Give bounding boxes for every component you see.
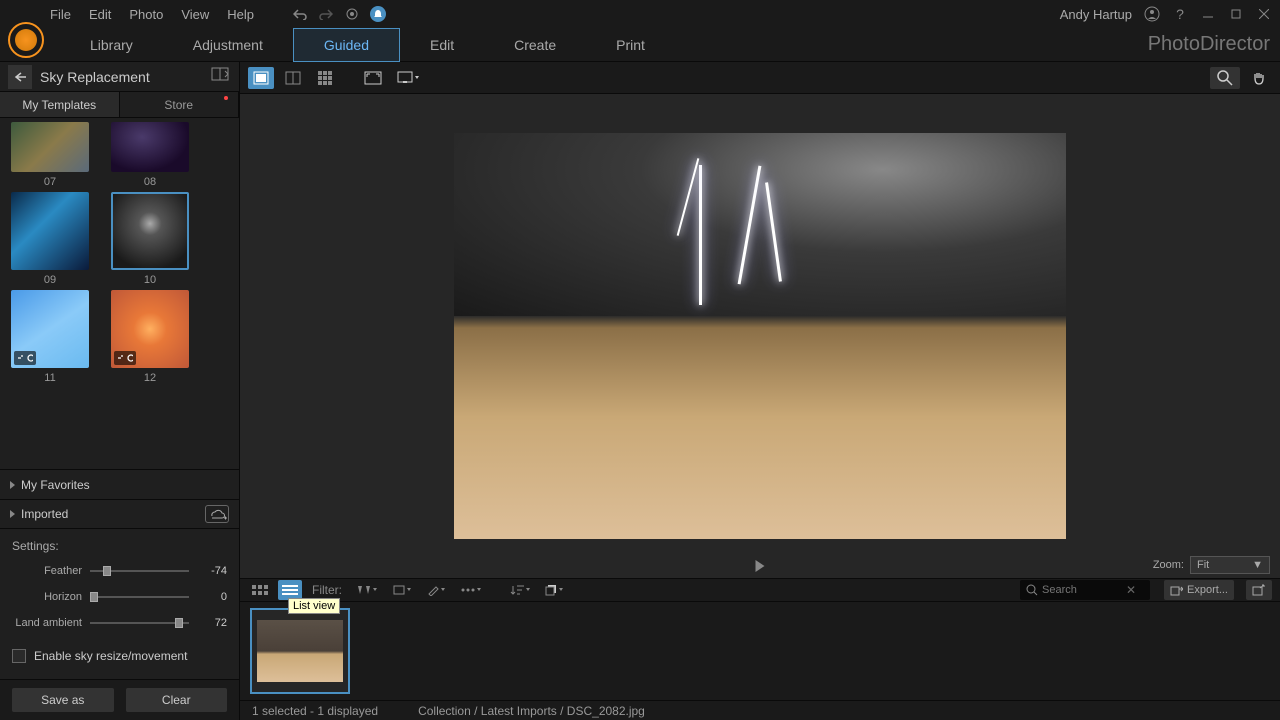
sidebar: Sky Replacement My Templates Store 07 08…: [0, 62, 240, 720]
tab-adjustment[interactable]: Adjustment: [163, 29, 293, 61]
feather-slider[interactable]: [90, 570, 189, 572]
maximize-icon[interactable]: [1228, 6, 1244, 22]
zoom-select[interactable]: Fit▼: [1190, 556, 1270, 574]
template-11[interactable]: 11: [10, 290, 90, 384]
template-07[interactable]: 07: [10, 122, 90, 188]
feather-label: Feather: [12, 565, 82, 577]
feather-value: -74: [197, 565, 227, 577]
menu-help[interactable]: Help: [227, 7, 254, 22]
canvas-area: Zoom: Fit▼: [240, 94, 1280, 578]
enable-resize-label: Enable sky resize/movement: [34, 649, 187, 663]
statusbar: 1 selected - 1 displayed Collection / La…: [240, 700, 1280, 720]
template-08[interactable]: 08: [110, 122, 190, 188]
save-as-button[interactable]: Save as: [12, 688, 114, 712]
selection-status: 1 selected - 1 displayed: [252, 704, 378, 718]
chevron-down-icon: ▼: [1252, 559, 1263, 571]
tooltip: List view: [288, 598, 340, 614]
filter-flag-icon[interactable]: [352, 580, 382, 600]
tab-create[interactable]: Create: [484, 29, 586, 61]
land-ambient-slider[interactable]: [90, 622, 189, 624]
user-name[interactable]: Andy Hartup: [1060, 7, 1132, 22]
filter-edit-icon[interactable]: [422, 580, 450, 600]
imported-section[interactable]: Imported: [0, 499, 239, 529]
search-input[interactable]: [1042, 584, 1122, 596]
thumb-image: [257, 620, 343, 682]
filter-rating-icon[interactable]: [456, 580, 486, 600]
close-icon[interactable]: [1256, 6, 1272, 22]
notification-icon[interactable]: [370, 6, 386, 22]
enable-resize-checkbox[interactable]: [12, 649, 26, 663]
tab-guided[interactable]: Guided: [293, 28, 400, 62]
horizon-value: 0: [197, 591, 227, 603]
grid-view-icon[interactable]: [312, 67, 338, 89]
template-10[interactable]: 10: [110, 192, 190, 286]
settings-gear-icon[interactable]: [344, 6, 360, 22]
module-tabbar: Library Adjustment Guided Edit Create Pr…: [0, 28, 1280, 62]
thumbnail-view-icon[interactable]: [248, 580, 272, 600]
back-button[interactable]: [8, 65, 32, 89]
tab-library[interactable]: Library: [60, 29, 163, 61]
chevron-right-icon: [10, 510, 15, 518]
minimize-icon[interactable]: [1200, 6, 1216, 22]
fullscreen-icon[interactable]: [360, 67, 386, 89]
horizon-label: Horizon: [12, 591, 82, 603]
undo-icon[interactable]: [292, 6, 308, 22]
pan-hand-icon[interactable]: [1246, 67, 1272, 89]
search-icon: [1026, 584, 1038, 596]
template-09[interactable]: 09: [10, 192, 90, 286]
subtab-my-templates[interactable]: My Templates: [0, 92, 120, 117]
chevron-right-icon: [10, 481, 15, 489]
path-status: Collection / Latest Imports / DSC_2082.j…: [418, 704, 645, 718]
export-icon: [1170, 584, 1183, 596]
clear-button[interactable]: Clear: [126, 688, 228, 712]
menu-photo[interactable]: Photo: [129, 7, 163, 22]
horizon-slider[interactable]: [90, 596, 189, 598]
user-avatar-icon[interactable]: [1144, 6, 1160, 22]
play-button[interactable]: [756, 560, 765, 572]
list-view-icon[interactable]: [278, 580, 302, 600]
share-button[interactable]: [1246, 580, 1272, 600]
viewer-toolbar: [240, 62, 1280, 94]
filmstrip: Filter: ✕ Export...: [240, 578, 1280, 720]
redo-icon[interactable]: [318, 6, 334, 22]
sort-icon[interactable]: [506, 580, 534, 600]
store-notification-dot: [224, 96, 228, 100]
app-logo: [8, 22, 44, 58]
filter-label-icon[interactable]: [388, 580, 416, 600]
brand-label: PhotoDirector: [1148, 33, 1280, 56]
template-12[interactable]: 12: [110, 290, 190, 384]
side-by-side-icon[interactable]: [280, 67, 306, 89]
animated-badge-icon: [114, 351, 136, 365]
compare-icon[interactable]: [211, 67, 231, 87]
export-button[interactable]: Export...: [1164, 580, 1234, 600]
secondary-display-icon[interactable]: [392, 67, 424, 89]
menu-file[interactable]: File: [50, 7, 71, 22]
search-box[interactable]: ✕: [1020, 580, 1150, 600]
settings-heading: Settings:: [12, 539, 227, 553]
help-icon[interactable]: ?: [1172, 6, 1188, 22]
template-grid: 07 08 09 10 11 12: [0, 118, 239, 469]
zoom-label: Zoom:: [1153, 559, 1184, 571]
tab-edit[interactable]: Edit: [400, 29, 484, 61]
import-sky-icon[interactable]: [205, 505, 229, 523]
preview-image[interactable]: [454, 133, 1066, 539]
panel-title: Sky Replacement: [40, 69, 203, 85]
land-ambient-label: Land ambient: [12, 617, 82, 629]
tab-print[interactable]: Print: [586, 29, 675, 61]
subtab-store[interactable]: Store: [120, 92, 240, 117]
land-ambient-value: 72: [197, 617, 227, 629]
menubar: File Edit Photo View Help Andy Hartup ?: [0, 0, 1280, 28]
animated-badge-icon: [14, 351, 36, 365]
stack-icon[interactable]: [540, 580, 568, 600]
filmstrip-thumb[interactable]: [250, 608, 350, 694]
filter-label: Filter:: [312, 583, 342, 597]
zoom-tool-icon[interactable]: [1210, 67, 1240, 89]
single-view-icon[interactable]: [248, 67, 274, 89]
menu-view[interactable]: View: [181, 7, 209, 22]
menu-edit[interactable]: Edit: [89, 7, 111, 22]
clear-search-icon[interactable]: ✕: [1126, 583, 1136, 597]
my-favorites-section[interactable]: My Favorites: [0, 469, 239, 499]
